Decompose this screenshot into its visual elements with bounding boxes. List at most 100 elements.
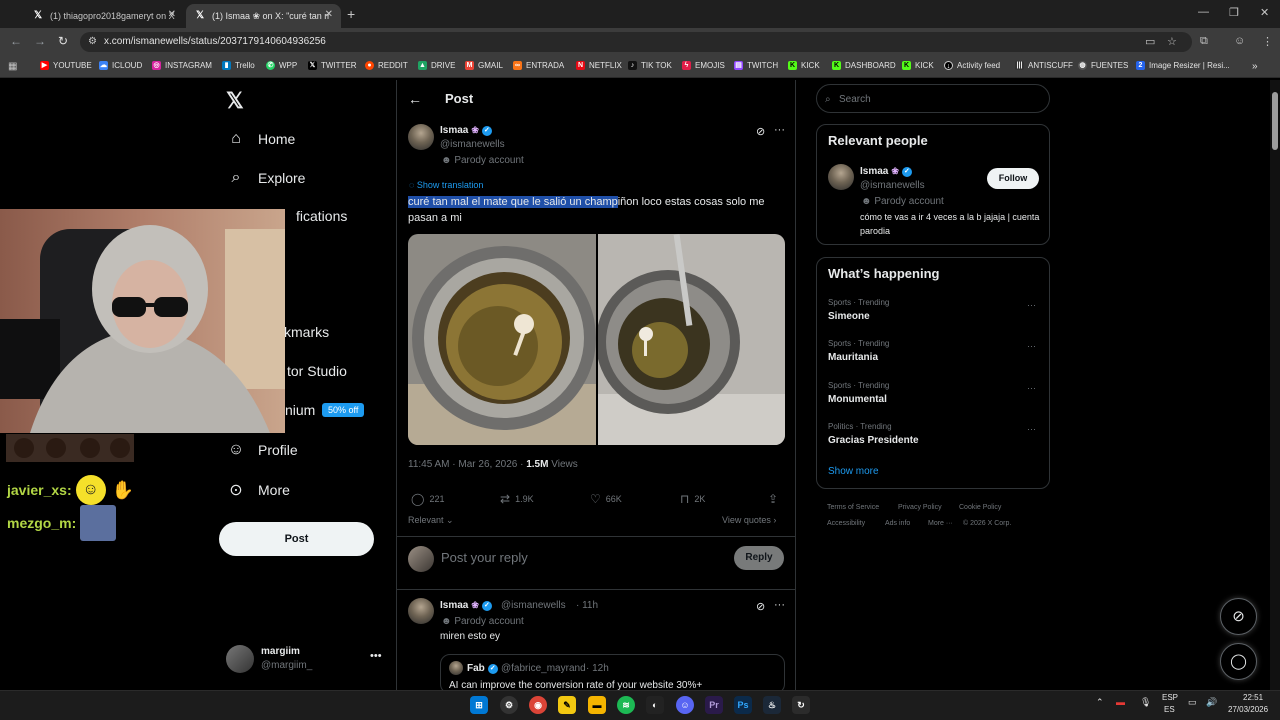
more-horizontal-icon[interactable]: ··· <box>1027 341 1036 351</box>
reply-input[interactable]: Post your reply <box>441 550 528 565</box>
trend-item[interactable]: Gracias Presidente <box>828 435 919 446</box>
like-action[interactable]: ♡ 66K <box>590 492 622 506</box>
trend-item[interactable]: Monumental <box>828 394 887 405</box>
scrollbar-track[interactable] <box>1270 80 1280 690</box>
sort-replies-dropdown[interactable]: Relevant ⌄ <box>408 515 454 526</box>
relevant-person-handle[interactable]: @ismanewells <box>860 180 925 191</box>
repost-action[interactable]: ⇄ 1.9K <box>500 492 534 506</box>
bookmark-action[interactable]: ⊓ 2K <box>680 492 705 506</box>
more-horizontal-icon[interactable]: ··· <box>774 124 785 136</box>
volume-icon[interactable]: 🔊 <box>1206 697 1217 708</box>
bookmark-twitch[interactable]: ▤ TWITCH <box>734 61 778 70</box>
bookmark-emojis[interactable]: ϟ EMOJIS <box>682 61 725 70</box>
sidebar-item-notifications[interactable]: fications <box>296 208 347 224</box>
sidebar-item-creator-studio[interactable]: tor Studio <box>287 363 347 379</box>
restore-icon[interactable]: ❐ <box>1229 6 1239 19</box>
notes-icon[interactable]: ✎ <box>558 696 576 714</box>
app-icon-2[interactable]: ↻ <box>792 696 810 714</box>
back-icon[interactable]: ← <box>10 34 22 48</box>
bookmark-antiscuff[interactable]: ||| ANTISCUFF <box>1015 61 1073 70</box>
sidebar-item-premium[interactable]: nium <box>285 402 315 418</box>
messages-fab[interactable]: ◯ <box>1220 643 1257 680</box>
account-avatar[interactable] <box>226 645 254 673</box>
sidebar-item-profile[interactable]: ☺ Profile <box>226 441 298 459</box>
chevron-up-icon[interactable]: ⌃ <box>1096 697 1104 708</box>
bookmark-icloud[interactable]: ☁ ICLOUD <box>99 61 142 70</box>
site-info-icon[interactable]: ⚙ <box>88 32 97 52</box>
sidebar-item-home[interactable]: ⌂ Home <box>226 130 295 148</box>
bookmark-kick-2[interactable]: K KICK <box>902 61 934 70</box>
search-input[interactable]: ⌕ Search <box>816 84 1050 113</box>
address-bar[interactable]: ⚙ x.com/ismanewells/status/2037179140604… <box>80 32 1192 52</box>
tweet-author-avatar[interactable] <box>408 124 434 150</box>
tweet-image-1[interactable] <box>408 234 596 445</box>
bookmark-image-resizer[interactable]: 2 Image Resizer | Resi... <box>1136 61 1230 70</box>
minimize-icon[interactable]: — <box>1198 6 1209 18</box>
tab-thiagopro[interactable]: 𝕏 (1) thiagopro2018gameryt on X ✕ <box>24 4 184 28</box>
bookmark-twitter[interactable]: 𝕏 TWITTER <box>308 61 357 70</box>
bookmark-youtube[interactable]: ▶ YOUTUBE <box>40 61 92 70</box>
sidebar-item-more[interactable]: ⊙ More <box>226 480 290 500</box>
tweet-image-2[interactable] <box>598 234 785 445</box>
network-icon[interactable]: ▭ <box>1188 697 1197 708</box>
x-logo-icon[interactable]: 𝕏 <box>226 88 244 114</box>
spotify-icon[interactable]: ≋ <box>617 696 635 714</box>
more-horizontal-icon[interactable]: ••• <box>370 650 382 662</box>
extensions-icon[interactable]: ⧉ <box>1200 35 1208 48</box>
bookmark-tiktok[interactable]: ♪ TIK TOK <box>628 61 672 70</box>
bookmark-drive[interactable]: ▲ DRIVE <box>418 61 455 70</box>
trend-item[interactable]: Mauritania <box>828 352 878 363</box>
grok-fab[interactable]: ⊘ <box>1220 598 1257 635</box>
more-bookmarks-icon[interactable]: » <box>1252 61 1258 72</box>
bookmark-dashboard[interactable]: K DASHBOARD <box>832 61 896 70</box>
window-close-icon[interactable]: ✕ <box>1260 6 1269 19</box>
tray-app-icon[interactable]: ▬ <box>1116 697 1125 707</box>
more-horizontal-icon[interactable]: ··· <box>1027 383 1036 393</box>
microphone-icon[interactable]: 🎙 <box>1140 697 1151 708</box>
start-icon[interactable]: ⊞ <box>470 696 488 714</box>
cast-icon[interactable]: ▭ <box>1145 35 1155 48</box>
follow-button[interactable]: Follow <box>987 168 1039 189</box>
reload-icon[interactable]: ↻ <box>58 34 68 48</box>
bookmark-activity-feed[interactable]: ↓ Activity feed <box>944 61 1000 70</box>
photoshop-icon[interactable]: Ps <box>734 696 752 714</box>
reply-author-avatar[interactable] <box>408 598 434 624</box>
footer-link[interactable]: Cookie Policy <box>959 504 1001 511</box>
clock-time[interactable]: 22:51 <box>1243 693 1263 702</box>
folder-icon[interactable]: ▬ <box>588 696 606 714</box>
view-quotes-link[interactable]: View quotes › <box>722 515 776 525</box>
tweet-author-handle[interactable]: @ismanewells <box>440 139 505 150</box>
grok-icon[interactable]: ⊘ <box>756 600 765 613</box>
footer-link[interactable]: Accessibility <box>827 520 865 527</box>
bookmark-instagram[interactable]: ◎ INSTAGRAM <box>152 61 212 70</box>
premiere-icon[interactable]: Pr <box>705 696 723 714</box>
close-icon[interactable]: ✕ <box>168 9 176 20</box>
bookmark-reddit[interactable]: ● REDDIT <box>365 61 408 70</box>
post-button[interactable]: Post <box>219 522 374 556</box>
steam-icon[interactable]: ♨ <box>763 696 781 714</box>
menu-icon[interactable]: ⋮ <box>1262 35 1273 48</box>
more-horizontal-icon[interactable]: ··· <box>1027 300 1036 310</box>
new-tab-button[interactable]: + <box>347 6 355 22</box>
grok-icon[interactable]: ⊘ <box>756 125 765 138</box>
language-indicator[interactable]: ESP <box>1162 693 1178 702</box>
app-icon-1[interactable]: ⚙ <box>500 696 518 714</box>
bookmark-kick[interactable]: K KICK <box>788 61 820 70</box>
share-action[interactable]: ⇪ <box>768 492 783 506</box>
relevant-person-name[interactable]: Ismaa ❀ ✓ <box>860 166 912 177</box>
close-icon[interactable]: ✕ <box>325 9 333 20</box>
tab-ismaa[interactable]: 𝕏 (1) Ismaa ❀ on X: "curé tan m… ✕ <box>186 4 341 28</box>
clock-date[interactable]: 27/03/2026 <box>1228 705 1268 714</box>
footer-link[interactable]: Ads info <box>885 520 910 527</box>
apps-icon[interactable]: ▦ <box>8 61 17 72</box>
footer-link[interactable]: Terms of Service <box>827 504 879 511</box>
more-horizontal-icon[interactable]: ··· <box>1027 424 1036 434</box>
relevant-person-avatar[interactable] <box>828 164 854 190</box>
star-icon[interactable]: ☆ <box>1167 35 1177 48</box>
forward-icon[interactable]: → <box>34 34 46 48</box>
obs-icon[interactable]: ◐ <box>646 696 664 714</box>
show-more-link[interactable]: Show more <box>828 466 879 477</box>
scrollbar-thumb[interactable] <box>1272 92 1278 150</box>
bookmark-netflix[interactable]: N NETFLIX <box>576 61 622 70</box>
profile-avatar-icon[interactable]: ☺ <box>1234 35 1245 47</box>
